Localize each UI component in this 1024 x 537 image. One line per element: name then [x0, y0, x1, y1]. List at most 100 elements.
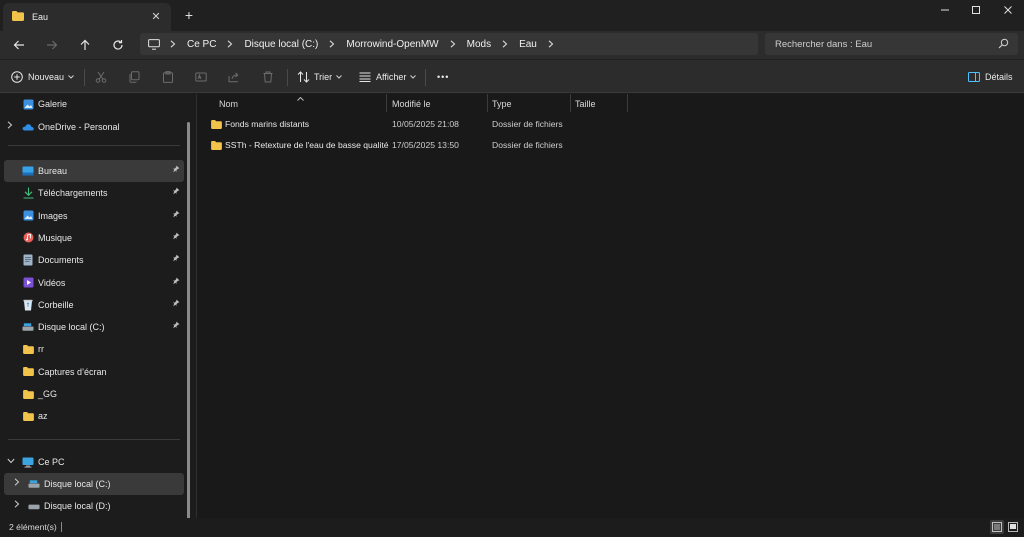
chevron-right-icon[interactable] [14, 478, 20, 488]
column-header-modified[interactable]: Modifié le [392, 96, 431, 112]
breadcrumb-item[interactable]: Ce PC [187, 39, 216, 50]
sidebar-item-label: Disque local (D:) [44, 501, 111, 511]
chevron-down-icon[interactable] [7, 456, 15, 466]
arrow-right-icon [47, 40, 58, 50]
copy-icon [129, 71, 140, 83]
tiles-view-button[interactable] [1006, 520, 1020, 534]
back-button[interactable] [10, 36, 28, 54]
sidebar-item-disque-local-c[interactable]: Disque local (C:) [4, 316, 184, 338]
sidebar-item-galerie[interactable]: Galerie [4, 93, 184, 115]
column-divider[interactable] [570, 94, 571, 112]
pin-icon[interactable] [172, 210, 180, 220]
pin-icon[interactable] [172, 187, 180, 197]
cut-button[interactable] [95, 69, 107, 85]
sort-button[interactable]: Trier [297, 69, 343, 85]
navigation-pane: Galerie OneDrive - Personal Bureau Téléch… [0, 93, 196, 537]
sidebar-item-label: Disque local (C:) [38, 322, 105, 333]
breadcrumb-item[interactable]: Eau [519, 39, 537, 50]
sidebar-item-drive-d[interactable]: Disque local (D:) [4, 495, 184, 517]
folder-icon [211, 120, 222, 131]
folder-icon [211, 141, 222, 152]
new-tab-button[interactable]: + [182, 8, 196, 22]
pin-icon[interactable] [172, 165, 180, 175]
videos-icon [22, 277, 34, 289]
chevron-right-icon[interactable] [450, 40, 456, 48]
breadcrumb-item[interactable]: Morrowind-OpenMW [346, 39, 438, 50]
breadcrumb-item[interactable]: Mods [467, 39, 491, 50]
pin-icon[interactable] [172, 299, 180, 309]
sidebar-item-label: OneDrive - Personal [38, 122, 120, 132]
close-tab-icon[interactable]: ✕ [149, 9, 163, 23]
sidebar-divider [8, 439, 180, 440]
sidebar-item-captures-d-cran[interactable]: Captures d’écran [4, 361, 184, 383]
rename-button[interactable] [195, 69, 207, 85]
sidebar-item-onedrive[interactable]: OneDrive - Personal [4, 116, 184, 138]
breadcrumb-item[interactable]: Disque local (C:) [244, 39, 318, 50]
sort-caret-icon [297, 93, 304, 103]
pin-icon[interactable] [172, 321, 180, 331]
file-name: Fonds marins distants [225, 119, 310, 129]
navigation-bar: Ce PC Disque local (C:) Morrowind-OpenMW Mo… [0, 31, 1024, 59]
minimize-button[interactable] [929, 0, 961, 20]
sidebar-item-corbeille[interactable]: Corbeille [4, 294, 184, 316]
forward-button[interactable] [43, 36, 61, 54]
pin-icon[interactable] [172, 254, 180, 264]
sidebar-item-gg[interactable]: _GG [4, 383, 184, 405]
chevron-right-icon[interactable] [14, 500, 20, 510]
details-view-button[interactable] [990, 520, 1004, 534]
pin-icon[interactable] [172, 277, 180, 287]
sidebar-item-documents[interactable]: Documents [4, 249, 184, 271]
sidebar-item-az[interactable]: az [4, 405, 184, 427]
item-count: 2 élément(s) [9, 522, 57, 532]
paste-button[interactable] [162, 69, 174, 85]
sidebar-item-label: Disque local (C:) [44, 479, 111, 489]
view-button[interactable]: Afficher [359, 69, 417, 85]
column-header-size[interactable]: Taille [575, 96, 596, 112]
table-row[interactable]: SSTh - Retexture de l'eau de basse quali… [205, 136, 575, 156]
details-button[interactable]: Détails [968, 69, 1013, 85]
desktop-icon [22, 165, 34, 177]
drive-icon [22, 321, 34, 333]
share-icon [228, 72, 239, 83]
trash-icon [263, 71, 273, 83]
sidebar-item-this-pc[interactable]: Ce PC [4, 451, 184, 473]
column-divider[interactable] [386, 94, 387, 112]
address-bar[interactable]: Ce PC Disque local (C:) Morrowind-OpenMW Mo… [140, 33, 758, 55]
sidebar-item-images[interactable]: Images [4, 205, 184, 227]
column-header-name[interactable]: Nom [219, 96, 238, 112]
copy-button[interactable] [128, 69, 140, 85]
column-divider[interactable] [627, 94, 628, 112]
sidebar-item-bureau[interactable]: Bureau [4, 160, 184, 182]
chevron-down-icon [410, 75, 417, 79]
sidebar-item-vid-os[interactable]: Vidéos [4, 272, 184, 294]
documents-icon [22, 254, 34, 266]
table-row[interactable]: Fonds marins distants 10/05/2025 21:08 D… [205, 115, 575, 135]
chevron-right-icon[interactable] [227, 40, 233, 48]
chevron-right-icon[interactable] [7, 121, 13, 131]
search-placeholder: Rechercher dans : Eau [775, 38, 873, 50]
tab-eau[interactable]: Eau ✕ [3, 3, 171, 31]
pin-icon[interactable] [172, 232, 180, 242]
command-bar: Nouveau Trier Afficher ••• Détails [0, 59, 1024, 93]
more-options-button[interactable]: ••• [437, 69, 449, 85]
share-button[interactable] [228, 69, 240, 85]
column-header-type[interactable]: Type [492, 96, 512, 112]
chevron-right-icon[interactable] [502, 40, 508, 48]
refresh-button[interactable] [109, 36, 127, 54]
file-modified: 10/05/2025 21:08 [392, 119, 459, 129]
column-divider[interactable] [487, 94, 488, 112]
sidebar-item-rr[interactable]: rr [4, 338, 184, 360]
new-button[interactable]: Nouveau [11, 69, 74, 85]
chevron-right-icon[interactable] [170, 40, 176, 48]
sidebar-item-t-l-chargements[interactable]: Téléchargements [4, 182, 184, 204]
sidebar-scrollbar[interactable] [187, 122, 190, 537]
up-button[interactable] [76, 36, 94, 54]
sidebar-item-musique[interactable]: Musique [4, 227, 184, 249]
search-input[interactable]: Rechercher dans : Eau [765, 33, 1018, 55]
chevron-right-icon[interactable] [329, 40, 335, 48]
chevron-right-icon[interactable] [548, 40, 554, 48]
delete-button[interactable] [262, 69, 274, 85]
sidebar-item-drive-c[interactable]: Disque local (C:) [4, 473, 184, 495]
maximize-button[interactable] [960, 0, 992, 20]
close-window-button[interactable] [992, 0, 1024, 20]
